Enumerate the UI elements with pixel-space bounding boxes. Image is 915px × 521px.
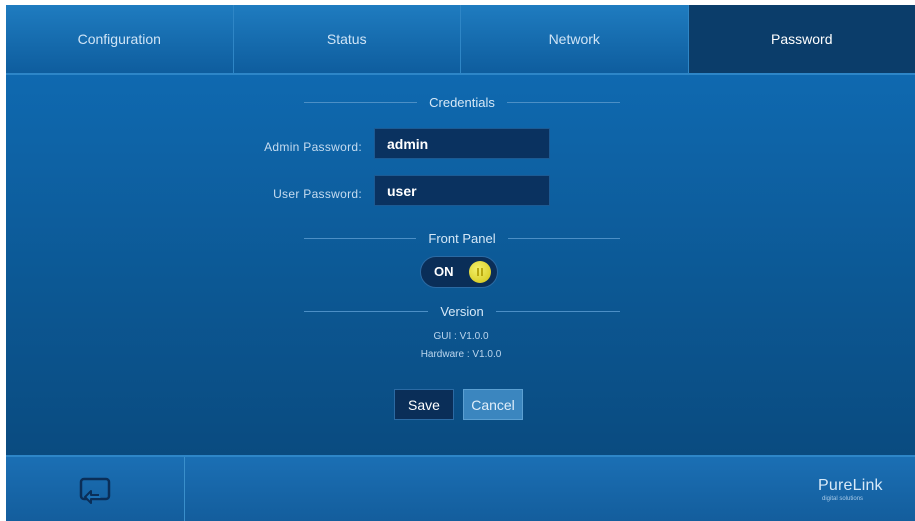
- gui-version: GUI : V1.0.0: [433, 331, 489, 342]
- front-panel-toggle[interactable]: ON: [420, 256, 498, 288]
- tab-configuration[interactable]: Configuration: [6, 5, 234, 73]
- save-button[interactable]: Save: [394, 389, 454, 420]
- logo-subtitle: digital solutions: [822, 496, 864, 502]
- divider: [507, 237, 621, 239]
- tab-bar: Configuration Status Network Password: [6, 5, 915, 75]
- version-heading: Version: [304, 301, 620, 321]
- tab-status-label: Status: [326, 31, 367, 47]
- purelink-logo: PureLink digital solutions: [818, 477, 898, 502]
- tab-configuration-label: Configuration: [77, 31, 161, 47]
- divider: [304, 310, 429, 312]
- divider: [506, 101, 621, 103]
- divider: [495, 310, 620, 312]
- tab-password-label: Password: [771, 31, 833, 47]
- cancel-button-label: Cancel: [471, 396, 515, 413]
- tab-status[interactable]: Status: [234, 5, 461, 73]
- return-icon[interactable]: [79, 477, 113, 505]
- toggle-state-label: ON: [434, 264, 454, 279]
- footer-bar: PureLink digital solutions: [6, 455, 915, 521]
- admin-password-label: Admin Password:: [264, 140, 362, 154]
- front-panel-title: Front Panel: [428, 230, 496, 246]
- logo-name: PureLink: [818, 477, 883, 494]
- toggle-knob-icon: [469, 261, 491, 283]
- credentials-heading: Credentials: [304, 92, 621, 112]
- password-panel: Credentials Admin Password: User Passwor…: [6, 75, 915, 455]
- save-button-label: Save: [408, 396, 440, 413]
- divider: [304, 101, 418, 103]
- admin-password-field[interactable]: [374, 128, 550, 159]
- version-title: Version: [440, 303, 484, 319]
- tab-network[interactable]: Network: [461, 5, 689, 73]
- user-password-label: User Password:: [273, 187, 362, 201]
- divider: [304, 237, 417, 239]
- tab-network-label: Network: [548, 31, 600, 47]
- app-frame: Configuration Status Network Password Cr…: [6, 5, 915, 521]
- credentials-title: Credentials: [429, 94, 495, 110]
- footer-divider: [184, 457, 185, 521]
- tab-password[interactable]: Password: [688, 5, 915, 73]
- user-password-field[interactable]: [374, 175, 550, 206]
- hardware-version: Hardware : V1.0.0: [420, 349, 502, 360]
- front-panel-heading: Front Panel: [304, 228, 621, 248]
- cancel-button[interactable]: Cancel: [463, 389, 523, 420]
